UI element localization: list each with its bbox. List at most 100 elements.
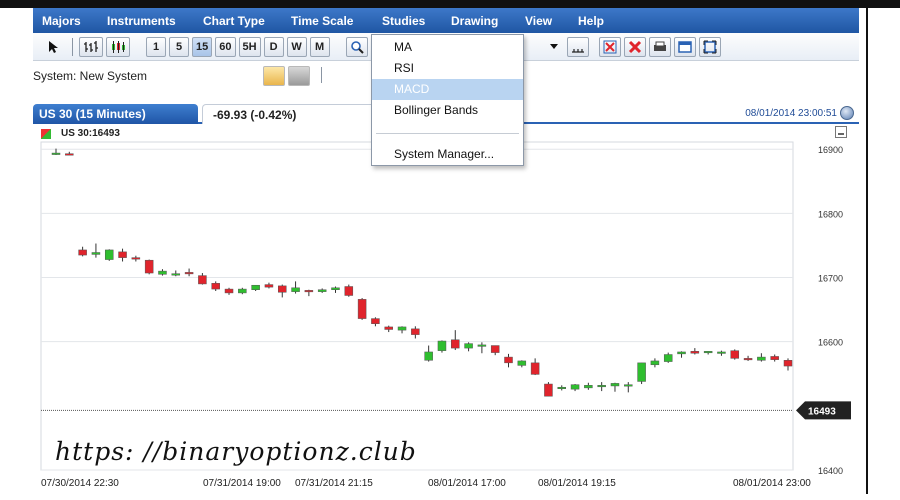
- window-top-border: [0, 0, 900, 8]
- chart-tab[interactable]: US 30 (15 Minutes): [33, 104, 198, 124]
- candle-bear: [451, 339, 460, 349]
- toolbar-spacer: [139, 38, 140, 56]
- candle-bull: [717, 351, 726, 354]
- candle-bull: [291, 287, 300, 292]
- interval-60-button[interactable]: 60: [215, 36, 236, 57]
- delete-drawing-icon[interactable]: [598, 36, 621, 57]
- candle-bear: [530, 362, 540, 375]
- candle-bull: [624, 384, 633, 387]
- interval-5-button[interactable]: 5: [169, 36, 189, 57]
- candle-bull: [437, 340, 447, 351]
- time-tick-label: 08/01/2014 23:00: [733, 478, 811, 489]
- menu-drawing[interactable]: Drawing: [451, 14, 525, 28]
- zoom-icon[interactable]: [345, 36, 368, 57]
- candle-bull: [677, 351, 686, 355]
- globe-icon[interactable]: [840, 106, 854, 120]
- price-change: -69.93 (-0.42%): [202, 104, 377, 124]
- candle-bear: [357, 299, 367, 319]
- candle-bull: [397, 326, 407, 331]
- candle-bear: [184, 272, 194, 275]
- menu-chart-type[interactable]: Chart Type: [203, 14, 291, 28]
- time-tick-label: 07/30/2014 22:30: [41, 478, 119, 489]
- fullscreen-icon[interactable]: [698, 36, 721, 57]
- timestamp: 08/01/2014 23:00:51: [745, 108, 837, 119]
- candle-bear: [743, 358, 753, 361]
- candle-bear: [371, 318, 380, 324]
- system-label: System: New System: [33, 69, 148, 83]
- interval-5h-button[interactable]: 5H: [238, 36, 261, 57]
- legend-label: US 30:16493: [61, 128, 120, 139]
- candle-bear: [384, 326, 393, 330]
- candle-bull: [464, 343, 473, 349]
- candle-bull: [650, 360, 660, 366]
- candle-bull: [517, 360, 527, 366]
- minimize-icon[interactable]: [835, 126, 847, 138]
- studies-item-bollinger-bands[interactable]: Bollinger Bands: [372, 100, 523, 121]
- candle-bear: [490, 345, 500, 353]
- legend-swatch-icon: [41, 128, 51, 139]
- studies-item-rsi[interactable]: RSI: [372, 58, 523, 79]
- candle-bear: [211, 283, 220, 290]
- pointer-icon[interactable]: [43, 37, 63, 57]
- studies-item-macd[interactable]: MACD: [372, 79, 523, 100]
- dropdown-arrow-icon[interactable]: [544, 37, 564, 57]
- candle-bull: [584, 385, 593, 389]
- candle-bull: [477, 344, 487, 347]
- candle-bull: [91, 252, 101, 255]
- candle-bear: [118, 251, 127, 258]
- candle-bear: [278, 285, 287, 293]
- interval-d-button[interactable]: D: [263, 36, 284, 57]
- interval-m-button[interactable]: M: [309, 36, 330, 57]
- candle-bear: [198, 275, 207, 285]
- open-system-icon[interactable]: [263, 66, 285, 86]
- interval-w-button[interactable]: W: [286, 36, 307, 57]
- toolbar-spacer: [339, 38, 340, 56]
- window-icon[interactable]: [673, 36, 696, 57]
- candle-bear: [224, 288, 234, 294]
- print-icon[interactable]: [648, 36, 671, 57]
- time-tick-label: 07/31/2014 21:15: [295, 478, 373, 489]
- candle-bear: [65, 153, 74, 156]
- menu-studies[interactable]: Studies: [382, 14, 451, 28]
- menu-majors[interactable]: Majors: [42, 14, 107, 28]
- price-tick-label: 16800: [818, 209, 843, 219]
- current-price-label: 16493: [808, 406, 836, 417]
- interval-15-button[interactable]: 15: [192, 36, 213, 57]
- menu-view[interactable]: View: [525, 14, 578, 28]
- candle-bull: [597, 385, 606, 388]
- candle-bull: [610, 383, 620, 387]
- candle-bear: [144, 259, 154, 274]
- studies-item-ma[interactable]: MA: [372, 37, 523, 58]
- candle-bull: [171, 273, 181, 276]
- candle-bull: [317, 289, 327, 292]
- candlestick-chart-icon[interactable]: [106, 36, 130, 57]
- time-tick-label: 08/01/2014 19:15: [538, 478, 616, 489]
- price-tick-label: 16600: [818, 338, 843, 348]
- studies-item-system-manager[interactable]: System Manager...: [372, 144, 523, 165]
- trading-app: Majors Instruments Chart Type Time Scale…: [0, 0, 900, 500]
- candle-bear: [304, 290, 314, 293]
- menu-time-scale[interactable]: Time Scale: [291, 14, 382, 28]
- candle-bear: [264, 284, 274, 288]
- menu-help[interactable]: Help: [578, 14, 628, 28]
- candle-bear: [78, 249, 87, 256]
- delete-all-icon[interactable]: [623, 36, 646, 57]
- save-system-icon[interactable]: [288, 66, 310, 86]
- candle-bull: [570, 384, 580, 390]
- toolbar-divider: [72, 37, 73, 56]
- candle-bull: [424, 351, 433, 361]
- candle-bull: [51, 152, 61, 155]
- candle-bear: [504, 356, 513, 364]
- candle-bull: [757, 356, 766, 361]
- crosshair-icon[interactable]: [566, 36, 589, 57]
- candle-bear: [131, 257, 141, 260]
- bar-chart-icon[interactable]: [79, 36, 103, 57]
- candle-bull: [331, 287, 340, 290]
- candle-bear: [770, 356, 779, 360]
- menu-instruments[interactable]: Instruments: [107, 14, 203, 28]
- candle-bear: [690, 351, 700, 354]
- price-tick-label: 16700: [818, 274, 843, 284]
- interval-1-button[interactable]: 1: [146, 36, 166, 57]
- candle-bear: [783, 360, 793, 367]
- candle-bull: [251, 284, 260, 290]
